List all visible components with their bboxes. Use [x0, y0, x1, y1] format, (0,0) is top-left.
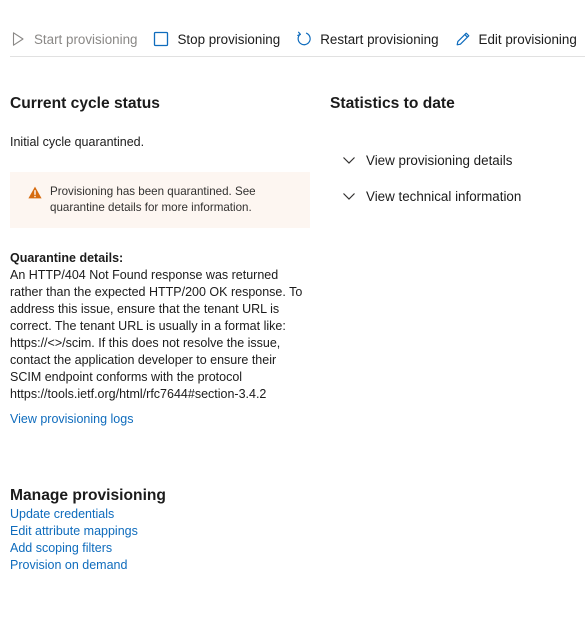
- start-provisioning-button[interactable]: Start provisioning: [10, 22, 137, 56]
- manage-provisioning-heading: Manage provisioning: [10, 487, 166, 504]
- quarantine-warning-banner: Provisioning has been quarantined. See q…: [10, 172, 310, 228]
- stop-icon: [154, 31, 169, 47]
- view-technical-information-label: View technical information: [366, 188, 522, 204]
- view-provisioning-details-label: View provisioning details: [366, 152, 513, 168]
- restart-provisioning-button[interactable]: Restart provisioning: [296, 22, 439, 56]
- restart-icon: [297, 31, 311, 46]
- view-technical-information-expander[interactable]: View technical information: [342, 186, 580, 206]
- edit-attribute-mappings-link[interactable]: Edit attribute mappings: [10, 523, 310, 540]
- warning-message: Provisioning has been quarantined. See q…: [50, 185, 256, 214]
- update-credentials-link[interactable]: Update credentials: [10, 506, 310, 523]
- current-cycle-section: Current cycle status Initial cycle quara…: [10, 94, 310, 428]
- restart-provisioning-label: Restart provisioning: [320, 31, 439, 47]
- chevron-down-icon: [343, 193, 355, 200]
- play-icon: [12, 32, 24, 46]
- cycle-status-text: Initial cycle quarantined.: [10, 135, 145, 149]
- stop-provisioning-label: Stop provisioning: [177, 31, 281, 47]
- quarantine-details-title: Quarantine details:: [10, 251, 124, 265]
- stop-provisioning-button[interactable]: Stop provisioning: [153, 22, 280, 56]
- pencil-icon: [456, 32, 469, 46]
- current-cycle-heading: Current cycle status: [10, 95, 160, 112]
- statistics-section: Statistics to date View provisioning det…: [330, 94, 580, 206]
- command-bar: Start provisioning Stop provisioning Res…: [10, 22, 585, 57]
- manage-provisioning-section: Manage provisioning Update credentials E…: [10, 486, 310, 574]
- edit-provisioning-label: Edit provisioning: [478, 31, 577, 47]
- view-provisioning-details-expander[interactable]: View provisioning details: [342, 150, 580, 170]
- quarantine-details-text: An HTTP/404 Not Found response was retur…: [10, 268, 303, 401]
- statistics-heading: Statistics to date: [330, 95, 455, 112]
- chevron-down-icon: [343, 157, 355, 164]
- edit-provisioning-button[interactable]: Edit provisioning: [455, 22, 577, 56]
- view-provisioning-logs-link[interactable]: View provisioning logs: [10, 411, 310, 428]
- add-scoping-filters-link[interactable]: Add scoping filters: [10, 540, 310, 557]
- start-provisioning-label: Start provisioning: [34, 31, 138, 47]
- provision-on-demand-link[interactable]: Provision on demand: [10, 557, 310, 574]
- warning-icon: [28, 186, 42, 199]
